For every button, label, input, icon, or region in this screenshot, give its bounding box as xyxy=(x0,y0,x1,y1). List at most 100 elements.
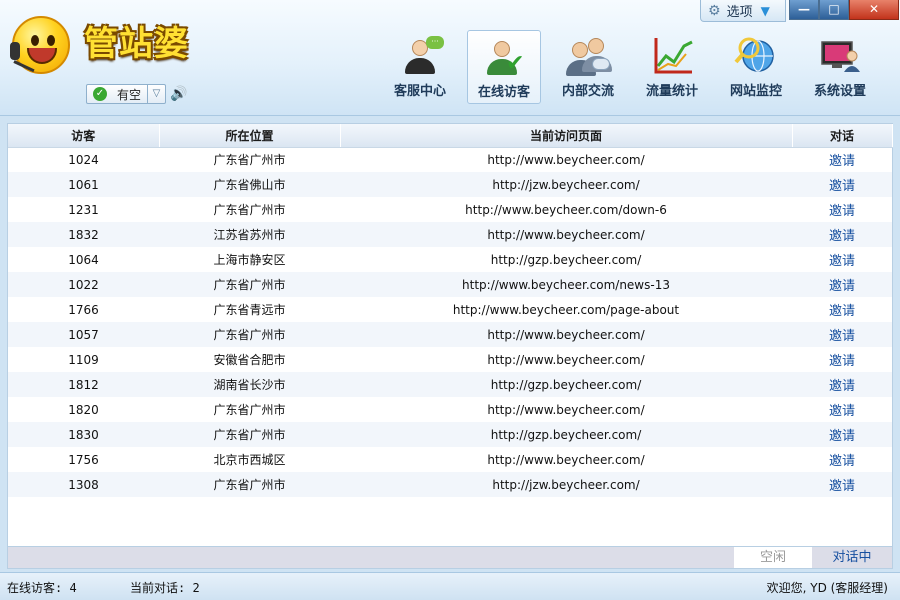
chevron-down-icon[interactable]: ▽ xyxy=(147,85,165,103)
tab-chatting[interactable]: 对话中 xyxy=(812,547,892,568)
visitor-id: 1820 xyxy=(68,402,99,417)
visitor-id: 1231 xyxy=(68,202,99,217)
invite-link[interactable]: 邀请 xyxy=(792,322,892,347)
invite-link[interactable]: 邀请 xyxy=(792,272,892,297)
header-visitor[interactable]: 访客 xyxy=(8,124,160,148)
nav-system-settings[interactable]: 系统设置 xyxy=(803,30,877,104)
visitor-id: 1057 xyxy=(8,322,159,347)
tab-idle[interactable]: 空闲 xyxy=(734,547,812,568)
invite-link[interactable]: 邀请 xyxy=(792,372,892,397)
system-settings-icon xyxy=(818,36,862,76)
visitor-id: 1308 xyxy=(8,472,159,497)
nav-internal-chat[interactable]: 内部交流 xyxy=(551,30,625,104)
online-visitor-count: 在线访客: 4 xyxy=(7,581,77,595)
visitor-current-page: http://gzp.beycheer.com/ xyxy=(340,372,792,397)
visitor-location: 广东省青远市 xyxy=(213,303,286,317)
visitor-current-page: http://gzp.beycheer.com/ xyxy=(490,252,642,267)
visitor-location: 安徽省合肥市 xyxy=(213,353,286,367)
table-row[interactable]: 1766 广东省青远市 http://www.beycheer.com/page-a… xyxy=(8,297,892,322)
visitor-current-page: http://www.beycheer.com/news-13 xyxy=(340,272,792,297)
invite-link[interactable]: 邀请 xyxy=(792,222,892,247)
nav-traffic-stats[interactable]: 流量统计 xyxy=(635,30,709,104)
table-row[interactable]: 1308 广东省广州市 http://jzw.beycheer.com/邀请 xyxy=(8,472,892,497)
table-row[interactable]: 1231 广东省广州市 http://www.beycheer.com/down-6… xyxy=(8,197,892,222)
visitor-current-page: http://www.beycheer.com/ xyxy=(487,352,645,367)
visitor-current-page: http://www.beycheer.com/ xyxy=(340,322,792,347)
table-row[interactable]: 1057 广东省广州市 http://www.beycheer.com/邀请 xyxy=(8,322,892,347)
invite-link[interactable]: 邀请 xyxy=(792,472,892,497)
visitor-current-page: http://jzw.beycheer.com/ xyxy=(340,172,792,197)
visitor-current-page: http://www.beycheer.com/ xyxy=(340,222,792,247)
visitor-location: 广东省广州市 xyxy=(159,422,340,447)
visitor-id: 1812 xyxy=(8,372,159,397)
invite-link[interactable]: 邀请 xyxy=(792,247,892,272)
minimize-button[interactable]: — xyxy=(789,0,819,20)
visitor-location: 广东省广州市 xyxy=(159,272,340,297)
table-row[interactable]: 1812 湖南省长沙市 http://gzp.beycheer.com/邀请 xyxy=(8,372,892,397)
invite-link[interactable]: 邀请 xyxy=(792,172,892,197)
invite-link[interactable]: 邀请 xyxy=(792,197,892,222)
current-chat-count: 当前对话: 2 xyxy=(130,581,200,595)
visitor-current-page: http://www.beycheer.com/ xyxy=(487,152,645,167)
visitor-id: 1024 xyxy=(68,152,99,167)
gear-icon: ⚙ xyxy=(708,2,721,19)
table-row[interactable]: 1820 广东省广州市 http://www.beycheer.com/邀请 xyxy=(8,397,892,422)
visitor-id: 1830 xyxy=(8,422,159,447)
table-row[interactable]: 1022 广东省广州市 http://www.beycheer.com/news-1… xyxy=(8,272,892,297)
invite-link[interactable]: 邀请 xyxy=(792,297,892,322)
visitor-location: 湖南省长沙市 xyxy=(159,372,340,397)
table-row[interactable]: 1832 江苏省苏州市 http://www.beycheer.com/邀请 xyxy=(8,222,892,247)
nav-customer-service[interactable]: ··· 客服中心 xyxy=(383,30,457,104)
status-value: 有空 xyxy=(117,87,142,102)
table-row[interactable]: 1061 广东省佛山市 http://jzw.beycheer.com/邀请 xyxy=(8,172,892,197)
nav-site-monitor[interactable]: 网站监控 xyxy=(719,30,793,104)
invite-link[interactable]: 邀请 xyxy=(792,347,892,372)
header-current-page[interactable]: 当前访问页面 xyxy=(340,124,793,148)
visitor-id: 1061 xyxy=(8,172,159,197)
visitor-current-page: http://jzw.beycheer.com/ xyxy=(340,472,792,497)
visitor-current-page: http://www.beycheer.com/ xyxy=(487,452,645,467)
visitor-id: 1756 xyxy=(68,452,99,467)
visitor-id: 1766 xyxy=(68,302,99,317)
table-footer: 空闲 对话中 xyxy=(7,547,893,569)
visitor-location: 广东省广州市 xyxy=(159,472,340,497)
table-row[interactable]: 1756 北京市西城区 http://www.beycheer.com/邀请 xyxy=(8,447,892,472)
customer-service-icon: ··· xyxy=(398,36,444,76)
internal-chat-icon xyxy=(566,36,612,76)
visitor-current-page: http://www.beycheer.com/ xyxy=(487,402,645,417)
smiley-logo-icon xyxy=(10,16,70,74)
table-row[interactable]: 1024 广东省广州市 http://www.beycheer.com/邀请 xyxy=(8,147,892,172)
invite-link[interactable]: 邀请 xyxy=(792,447,892,472)
visitor-current-page: http://www.beycheer.com/page-about xyxy=(452,302,680,317)
nav-online-visitors[interactable]: ✔ 在线访客 xyxy=(467,30,541,104)
site-monitor-icon xyxy=(734,36,778,76)
visitor-location: 广东省广州市 xyxy=(213,153,286,168)
close-button[interactable]: ✕ xyxy=(849,0,899,20)
visitor-id: 1022 xyxy=(8,272,159,297)
visitor-id: 1832 xyxy=(8,222,159,247)
online-visitor-icon: ✔ xyxy=(482,37,526,77)
invite-link[interactable]: 邀请 xyxy=(792,147,892,172)
status-select[interactable]: ✓ 有空 ▽ xyxy=(86,84,166,104)
visitor-current-page: http://gzp.beycheer.com/ xyxy=(340,422,792,447)
table-row[interactable]: 1830 广东省广州市 http://gzp.beycheer.com/邀请 xyxy=(8,422,892,447)
table-row[interactable]: 1109 安徽省合肥市 http://www.beycheer.com/邀请 xyxy=(8,347,892,372)
options-button[interactable]: ⚙ 选项 ▼ xyxy=(700,0,786,22)
header-chat[interactable]: 对话 xyxy=(792,124,893,148)
invite-link[interactable]: 邀请 xyxy=(792,397,892,422)
speaker-icon[interactable]: 🔊 xyxy=(170,86,188,102)
visitor-location: 广东省广州市 xyxy=(213,203,286,217)
invite-link[interactable]: 邀请 xyxy=(792,422,892,447)
check-circle-icon: ✓ xyxy=(93,87,107,101)
header-location[interactable]: 所在位置 xyxy=(159,124,341,148)
triangle-down-icon: ▼ xyxy=(760,3,770,18)
visitor-table: 访客 所在位置 当前访问页面 对话 1024 广东省广州市 http://www.b… xyxy=(7,123,893,547)
table-row[interactable]: 1064 上海市静安区 http://gzp.beycheer.com/邀请 xyxy=(8,247,892,272)
app-logo-text: 管站婆 xyxy=(84,24,189,64)
visitor-location: 广东省广州市 xyxy=(213,403,286,417)
visitor-location: 广东省广州市 xyxy=(159,322,340,347)
maximize-button[interactable]: □ xyxy=(819,0,849,20)
table-header-row: 访客 所在位置 当前访问页面 对话 xyxy=(8,124,893,148)
visitor-location: 北京市西城区 xyxy=(213,453,286,467)
visitor-current-page: http://www.beycheer.com/down-6 xyxy=(465,202,667,217)
